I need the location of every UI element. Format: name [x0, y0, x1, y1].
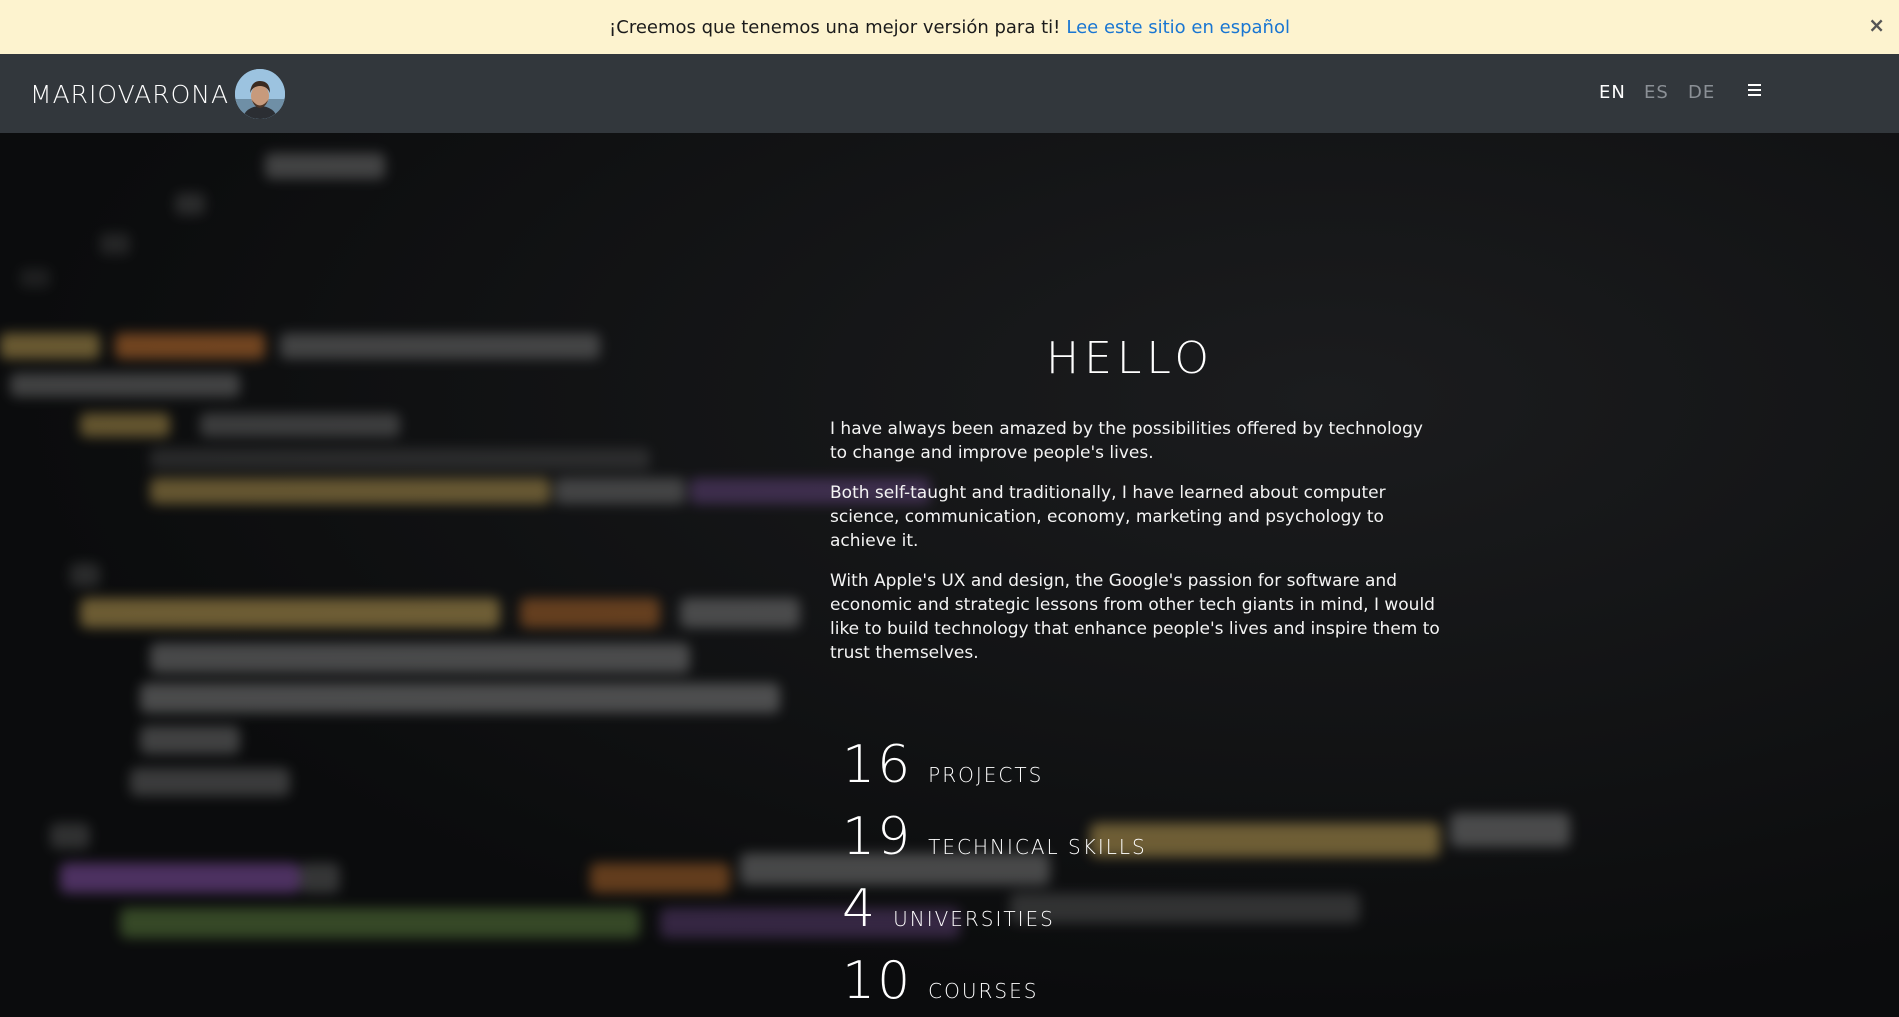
hamburger-menu-icon[interactable]: [1746, 81, 1764, 99]
hero-section: HELLO I have always been amazed by the p…: [0, 133, 1899, 1017]
stat-number: 19: [842, 807, 913, 867]
stat-label: COURSES: [928, 979, 1039, 1003]
intro-paragraph: With Apple's UX and design, the Google's…: [830, 571, 1440, 663]
brand-name: MARIOVARONA: [30, 79, 230, 109]
stat-projects: 16 PROJECTS: [842, 739, 1043, 791]
banner-message: ¡Creemos que tenemos una mejor versión p…: [609, 16, 1061, 38]
stat-universities: 4 UNIVERSITIES: [842, 883, 1055, 935]
stat-number: 10: [842, 951, 913, 1011]
intro-paragraph: Both self-taught and traditionally, I ha…: [830, 483, 1386, 551]
language-suggestion-banner: ¡Creemos que tenemos una mejor versión p…: [0, 0, 1899, 55]
brand-logo-link[interactable]: MARIOVARONA: [30, 69, 286, 119]
avatar: [235, 69, 286, 119]
stat-number: 16: [842, 735, 913, 795]
stat-courses: 10 COURSES: [842, 955, 1038, 1007]
language-en-link[interactable]: EN: [1599, 82, 1626, 103]
stat-label: TECHNICAL SKILLS: [928, 835, 1147, 859]
navbar: MARIOVARONA EN ES DE: [0, 54, 1899, 133]
hero-title: HELLO: [1046, 333, 1214, 384]
spanish-site-link[interactable]: Lee este sitio en español: [1066, 17, 1290, 38]
intro-paragraph: I have always been amazed by the possibi…: [830, 419, 1423, 463]
stat-label: UNIVERSITIES: [893, 907, 1055, 931]
stat-number: 4: [842, 879, 878, 939]
language-es-link[interactable]: ES: [1644, 82, 1669, 103]
stat-technical-skills: 19 TECHNICAL SKILLS: [842, 811, 1147, 863]
close-icon[interactable]: ×: [1868, 13, 1885, 37]
language-de-link[interactable]: DE: [1688, 82, 1715, 103]
stat-label: PROJECTS: [928, 763, 1044, 787]
